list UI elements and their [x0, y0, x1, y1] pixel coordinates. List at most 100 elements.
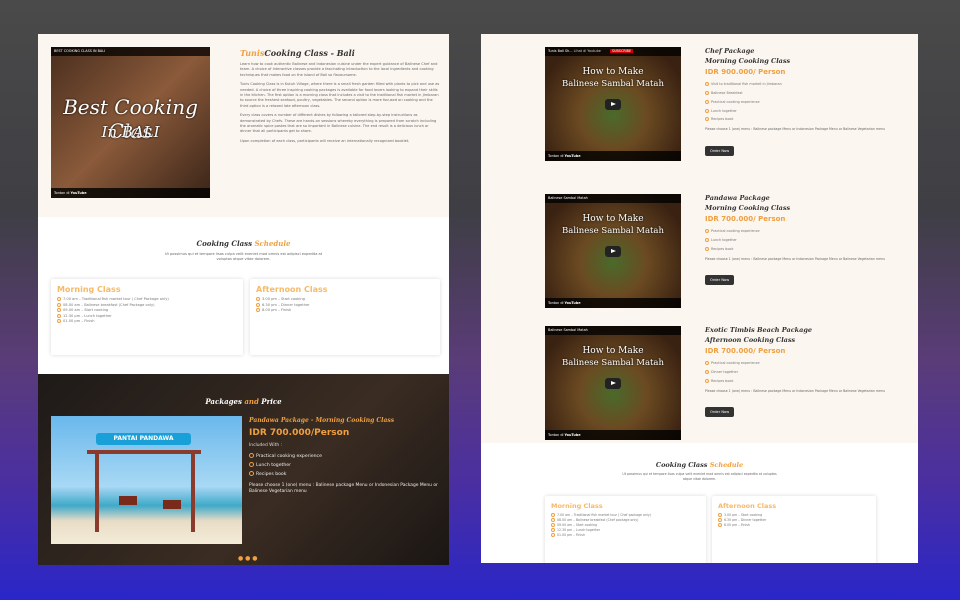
clock-icon — [718, 522, 722, 527]
package-item: Recipes book — [705, 245, 905, 254]
play-icon[interactable] — [605, 246, 621, 257]
package-item: Balinese Breakfast — [705, 89, 905, 98]
carousel-dots[interactable]: ● ● ● — [238, 555, 258, 562]
recipe-video[interactable]: Balinese Sambal Matah How to Make Balines… — [545, 194, 681, 308]
video-overlay-line2: Balinese Sambal Matah — [562, 79, 664, 89]
package-item-text: Dinner together — [711, 369, 739, 374]
morning-class-card-right: Morning Class 7.00 am – Traditional fish… — [545, 496, 706, 563]
schedule-item-text: 01.00 pm – Finish — [557, 532, 585, 537]
check-circle-icon — [705, 108, 709, 113]
morning-class-card: Morning Class 7.00 am – Traditional fish… — [51, 279, 243, 355]
schedule-item-text: 8.00 pm – Finish — [724, 522, 750, 527]
order-now-button[interactable]: Order Now — [705, 146, 735, 157]
order-now-button[interactable]: Order Now — [705, 275, 735, 286]
morning-class-title: Morning Class — [551, 502, 603, 510]
clock-icon — [256, 302, 260, 307]
beach-sign: PANTAI PANDAWA — [96, 433, 191, 445]
schedule-item-text: 7.00 am – Traditional fish market tour (… — [63, 297, 169, 301]
schedule-item: 8.00 pm – Finish — [256, 308, 434, 314]
package-item-text: Practical cooking experience — [711, 361, 760, 365]
video-overlay-line1: How to Make — [582, 346, 644, 356]
package-note: Please choose 1 (one) menu : Balinese pa… — [249, 482, 438, 495]
intro-text: TunisCooking Class - Bali Learn how to c… — [240, 48, 440, 144]
package-name: Exotic Timbis Beach Package — [705, 326, 813, 334]
schedule-item: 01.00 pm – Finish — [551, 532, 700, 538]
check-circle-icon — [705, 117, 709, 122]
package-item: Practical cooking experience — [705, 227, 905, 236]
schedule-item: 8.00 pm – Finish — [718, 522, 870, 528]
video-subtitle: Lihat di Youtube — [573, 49, 601, 53]
package-item: Lunch together — [705, 236, 905, 245]
youtube-bar[interactable]: Tonton di YouTube — [545, 151, 681, 161]
package-item-text: Lunch together — [711, 108, 737, 113]
watch-on-label: Tonton di — [548, 154, 564, 158]
video-overlay-line2: Balinese Sambal Matah — [562, 226, 664, 236]
package-price: IDR 900.000/ Person — [705, 68, 786, 76]
schedule-item-text: 3.00 pm – Start cooking — [262, 297, 305, 301]
clock-icon — [57, 308, 61, 313]
schedule-subtitle: Ut possimus qui et tempore lisas culpa v… — [164, 252, 323, 262]
video-title: Balinese Sambal Matah — [545, 326, 681, 335]
play-icon[interactable] — [605, 99, 621, 110]
package-details: Pandawa Package - Morning Cooking Class … — [249, 417, 439, 496]
schedule-item-text: 12.30 pm – Lunch together — [557, 527, 601, 532]
schedule-item-text: 12.30 pm – Lunch together — [63, 313, 112, 318]
recipe-video[interactable]: Tunis Bali Sh... Lihat di Youtube SUBSCR… — [545, 47, 681, 161]
package-item-text: Recipes book — [711, 378, 734, 383]
check-circle-icon — [705, 82, 709, 86]
package-info: Pandawa Package Morning Cooking Class IDR … — [705, 194, 905, 286]
video-title: Tunis Bali Sh... Lihat di Youtube SUBSCR… — [545, 47, 681, 56]
schedule-item-text: 09.00 am – Start cooking — [557, 522, 598, 527]
packages-title-b: and — [244, 397, 259, 406]
afternoon-class-card-right: Afternoon Class 3.00 pm – Start cooking 6… — [712, 496, 876, 563]
package-item-text: Lunch together — [711, 237, 737, 242]
subscribe-button[interactable]: SUBSCRIBE — [609, 49, 634, 53]
order-now-button[interactable]: Order Now — [705, 407, 735, 418]
watch-on-label: Tonton di — [548, 433, 564, 437]
package-item: Lunch together — [705, 107, 905, 116]
included-label: Included With : — [249, 443, 283, 448]
check-circle-icon — [705, 99, 709, 104]
morning-class-list: 7.00 am – Traditional fish market tour (… — [57, 297, 237, 325]
youtube-bar[interactable]: Tonton di YouTube — [51, 188, 210, 198]
youtube-bar[interactable]: Tonton di YouTube — [545, 430, 681, 440]
youtube-bar[interactable]: Tonton di YouTube — [545, 298, 681, 308]
packages-section: Packages and Price PANTAI PANDAWA Pandaw… — [38, 374, 449, 565]
recipe-video[interactable]: Balinese Sambal Matah How to Make Balines… — [545, 326, 681, 440]
video-title: BEST COOKING CLASS IN BALI — [51, 47, 210, 56]
schedule-title-right: Cooking Class Schedule — [481, 461, 918, 469]
clock-icon — [551, 513, 555, 517]
intro-video[interactable]: BEST COOKING CLASS IN BALI Best Cooking … — [51, 47, 210, 198]
intro-paragraph: Tunis Cooking Class is in Kutuh Village,… — [240, 82, 440, 108]
video-overlay-line1: How to Make — [582, 214, 644, 224]
check-circle-icon — [705, 378, 709, 383]
package-info: Exotic Timbis Beach Package Afternoon Coo… — [705, 326, 905, 418]
afternoon-class-card: Afternoon Class 3.00 pm – Start cooking 6… — [250, 279, 440, 355]
schedule-item-text: 09.00 am – Start cooking — [63, 308, 109, 313]
schedule-item: Lunch together — [249, 461, 439, 470]
clock-icon — [256, 297, 260, 301]
schedule-item: 01.00 pm – Finish — [57, 319, 237, 325]
package-note: Please choose 1 (one) menu : Balinese pa… — [705, 127, 885, 132]
youtube-logo: YouTube — [564, 433, 581, 437]
package-price: IDR 700.000/ Person — [705, 347, 786, 355]
package-item: Practical cooking experience — [705, 98, 905, 107]
morning-class-list: 7.00 am – Traditional fish market tour (… — [551, 513, 700, 538]
check-circle-icon — [705, 361, 709, 365]
package-item: Practical cooking experience — [705, 359, 905, 368]
video-title-text: Balinese Sambal Matah — [548, 328, 588, 332]
schedule-title: Cooking Class Schedule — [38, 239, 449, 248]
clock-icon — [57, 297, 61, 301]
swing-seat — [119, 496, 137, 505]
youtube-logo: YouTube — [564, 301, 581, 305]
check-circle-icon — [705, 369, 709, 374]
swing-post — [95, 450, 99, 532]
play-icon[interactable] — [605, 378, 621, 389]
package-session: Morning Cooking Class — [705, 204, 791, 212]
morning-class-title: Morning Class — [57, 285, 121, 294]
schedule-title-b: Schedule — [709, 461, 744, 469]
package-note: Please choose 1 (one) menu : Balinese pa… — [705, 388, 885, 393]
schedule-section-right: Cooking Class Schedule Ut possimus qui e… — [481, 443, 918, 563]
clock-icon — [551, 532, 555, 537]
video-overlay-line2: In BALI — [101, 123, 160, 141]
